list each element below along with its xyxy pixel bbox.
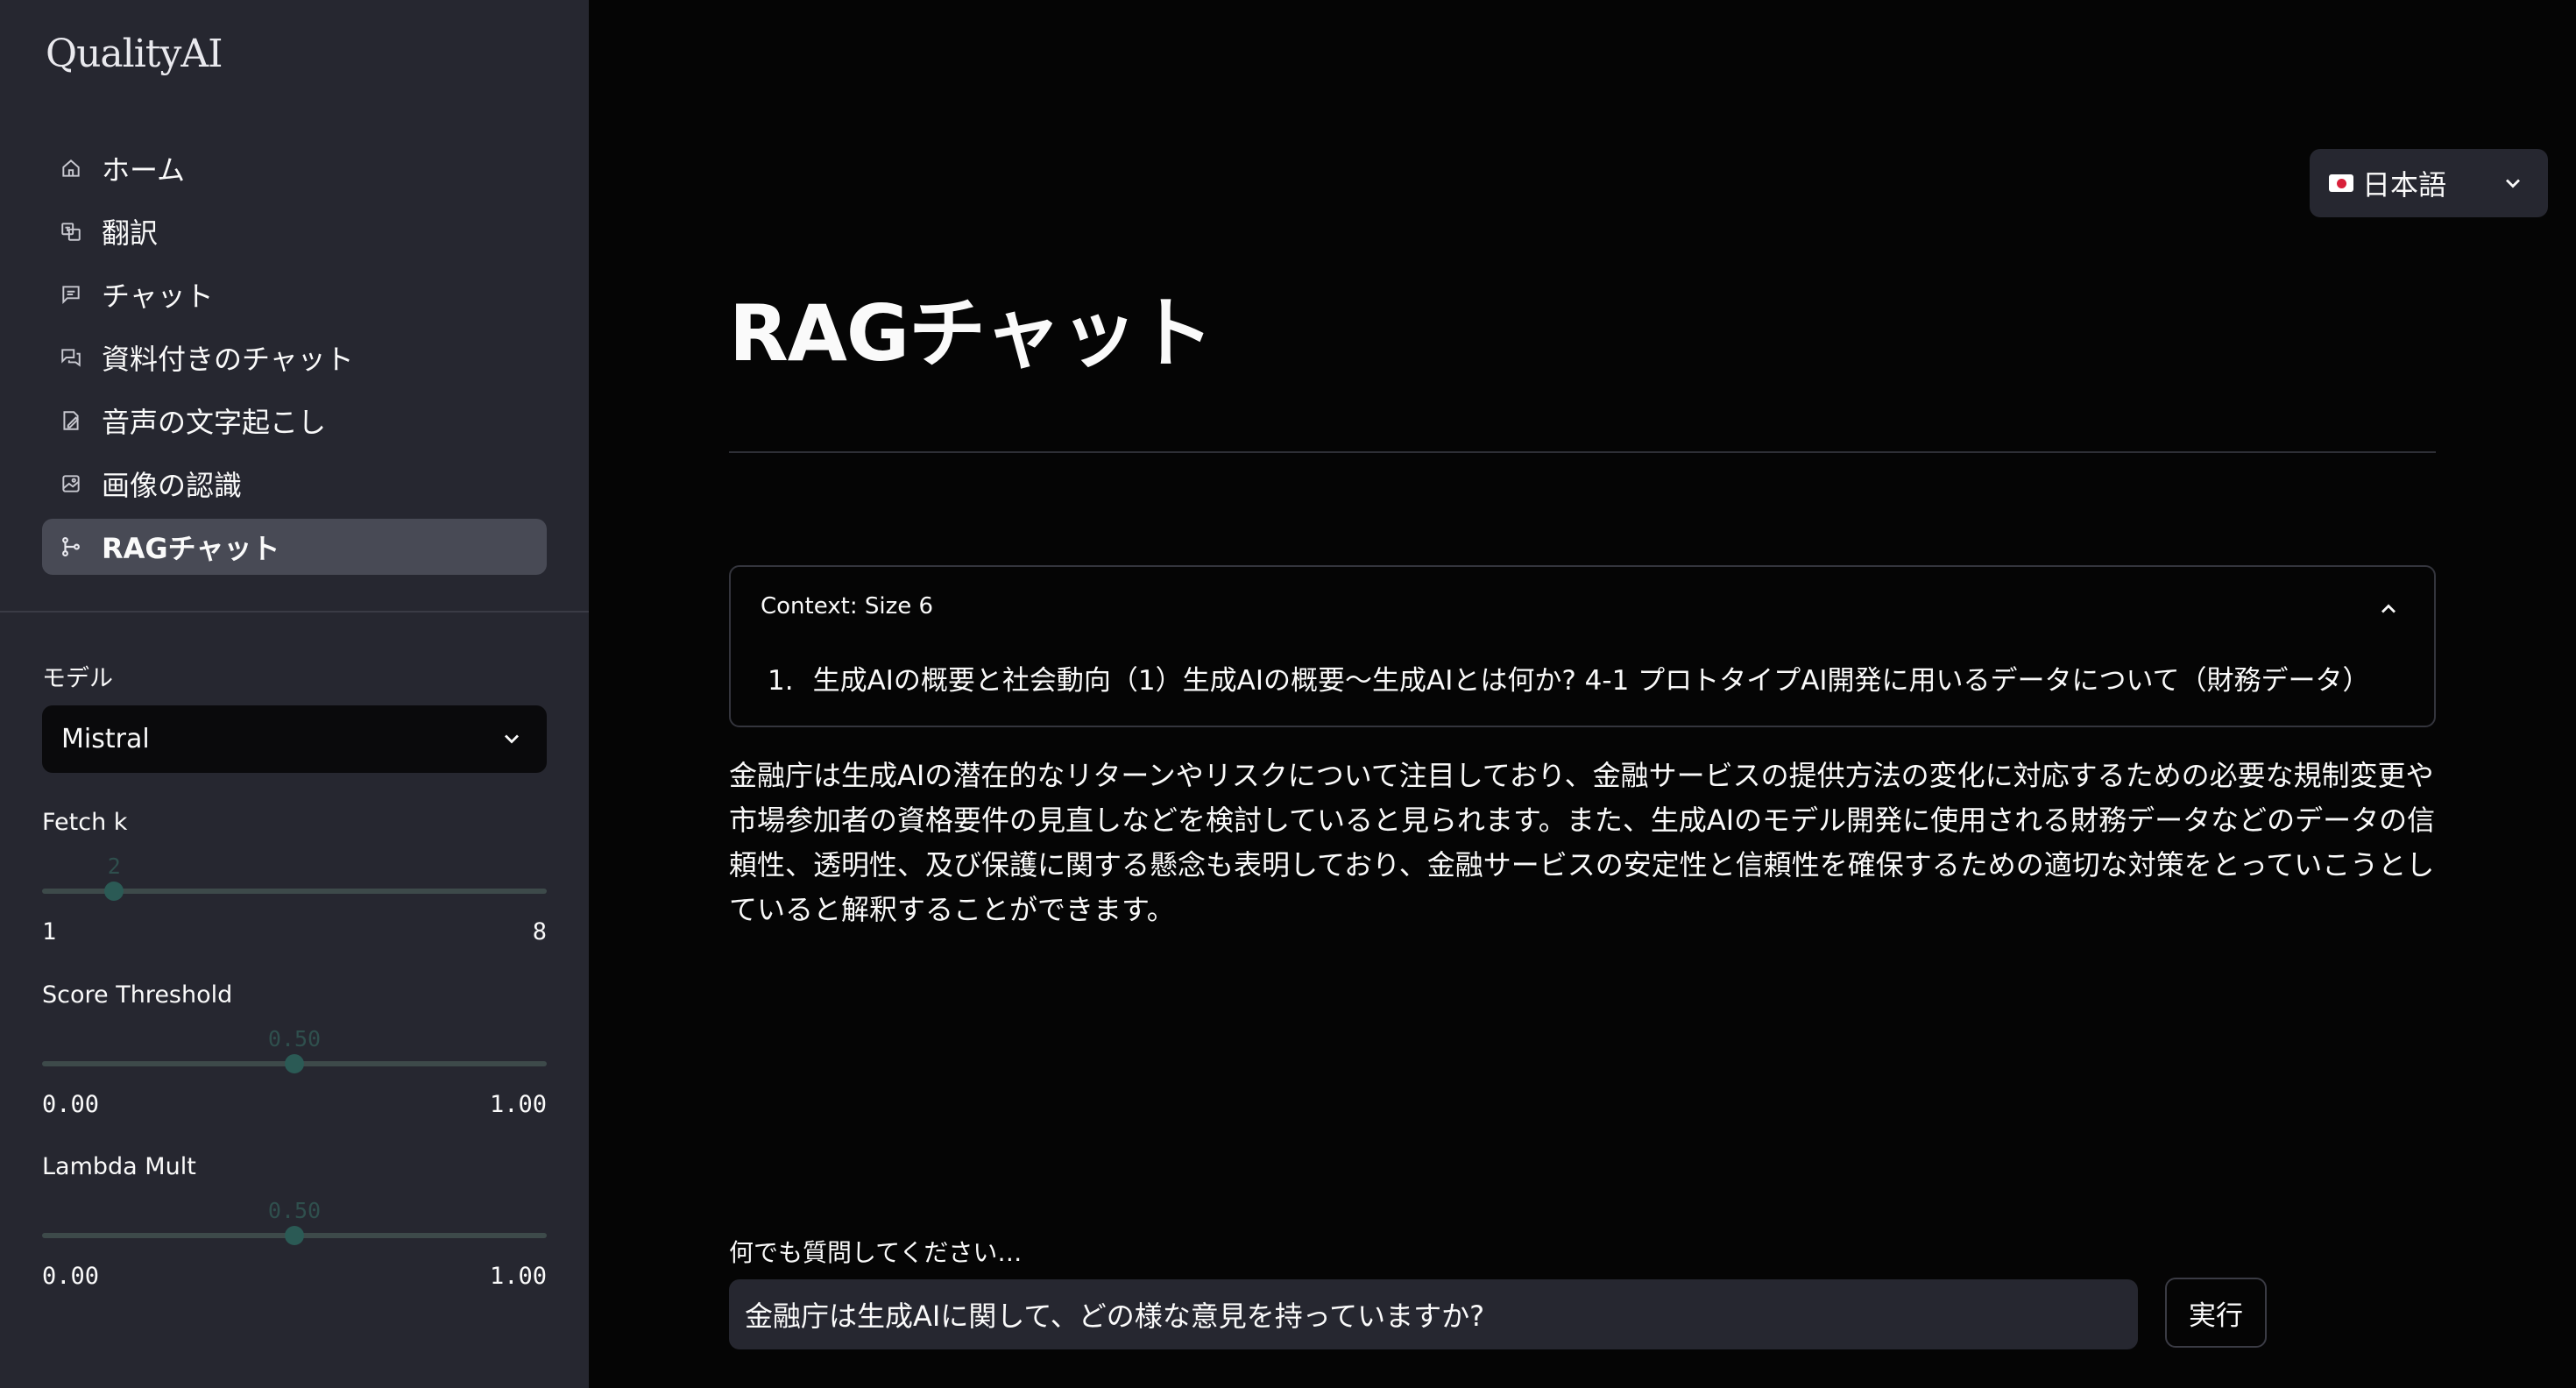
- sidebar-item-image-recognition[interactable]: 画像の認識: [42, 456, 547, 512]
- app-logo: QualityAI: [46, 32, 223, 76]
- japan-flag-icon: [2329, 174, 2353, 192]
- translate-icon: [56, 216, 86, 246]
- slider-thumb[interactable]: [285, 1054, 304, 1073]
- question-input[interactable]: 金融庁は生成AIに関して、どの様な意見を持っていますか?: [729, 1279, 2138, 1349]
- rag-chat-icon: [56, 532, 86, 562]
- language-select[interactable]: 日本語: [2310, 149, 2548, 217]
- sidebar-item-label: 音声の文字起こし: [102, 406, 327, 439]
- slider-min: 1: [42, 918, 57, 945]
- chevron-down-icon: [505, 734, 519, 744]
- sidebar-divider: [0, 611, 589, 613]
- chevron-up-icon[interactable]: [2376, 597, 2401, 621]
- fetch-k-slider[interactable]: 2 1 8: [42, 853, 547, 955]
- slider-value: 0.50: [267, 1026, 322, 1052]
- model-label: モデル: [42, 665, 113, 692]
- sidebar-nav: ホーム 翻訳 チャット 資料付きのチャット 音声の文字起こし 画像の認識 RAG…: [42, 140, 547, 582]
- list-item-text: 生成AIの概要と社会動向（1）生成AIの概要～生成AIとは何か? 4-1 プロト…: [812, 665, 2370, 697]
- answer-text: 金融庁は生成AIの潜在的なリターンやリスクについて注目しており、金融サービスの提…: [729, 759, 2436, 926]
- sidebar-item-home[interactable]: ホーム: [42, 140, 547, 196]
- sidebar-item-label: 資料付きのチャット: [102, 343, 354, 376]
- list-item-number: 1.: [768, 665, 794, 697]
- list-item: 1. 生成AIの概要と社会動向（1）生成AIの概要～生成AIとは何か? 4-1 プ…: [768, 658, 2370, 698]
- slider-max: 8: [532, 918, 547, 945]
- slider-thumb[interactable]: [104, 882, 124, 901]
- language-select-value: 日本語: [2362, 168, 2447, 202]
- context-expander: Context: Size 6 1. 生成AIの概要と社会動向（1）生成AIの概要…: [729, 565, 2436, 727]
- sidebar-item-translate[interactable]: 翻訳: [42, 203, 547, 259]
- home-icon: [56, 153, 86, 183]
- lambda-mult-slider[interactable]: 0.50 0.00 1.00: [42, 1198, 547, 1299]
- sidebar-item-transcription[interactable]: 音声の文字起こし: [42, 393, 547, 449]
- chevron-down-icon: [2506, 179, 2520, 188]
- image-recognition-icon: [56, 469, 86, 499]
- sidebar-item-label: 画像の認識: [102, 469, 243, 502]
- sidebar-item-chat[interactable]: チャット: [42, 266, 547, 322]
- fetch-k-label: Fetch k: [42, 809, 128, 836]
- sidebar-item-rag-chat[interactable]: RAGチャット: [42, 519, 547, 575]
- lambda-mult-label: Lambda Mult: [42, 1153, 196, 1180]
- slider-min: 0.00: [42, 1263, 100, 1290]
- sidebar-item-label: 翻訳: [102, 216, 159, 250]
- title-divider: [729, 451, 2436, 453]
- model-select-value: Mistral: [61, 724, 150, 754]
- page-title: RAGチャット: [729, 288, 1214, 379]
- slider-value: 2: [107, 853, 121, 879]
- sidebar: QualityAI ホーム 翻訳 チャット 資料付きのチャット 音声の文字起こし…: [0, 0, 589, 1388]
- sidebar-item-label: ホーム: [102, 153, 186, 187]
- transcription-icon: [56, 406, 86, 436]
- slider-max: 1.00: [489, 1263, 547, 1290]
- slider-min: 0.00: [42, 1091, 100, 1118]
- context-expander-header[interactable]: Context: Size 6: [761, 593, 933, 620]
- slider-thumb[interactable]: [285, 1226, 304, 1245]
- run-button[interactable]: 実行: [2165, 1278, 2267, 1348]
- slider-max: 1.00: [489, 1091, 547, 1118]
- sidebar-item-chat-with-docs[interactable]: 資料付きのチャット: [42, 329, 547, 386]
- chat-icon: [56, 280, 86, 309]
- chat-with-docs-icon: [56, 343, 86, 372]
- context-list: 1. 生成AIの概要と社会動向（1）生成AIの概要～生成AIとは何か? 4-1 プ…: [768, 658, 2370, 698]
- sidebar-item-label: チャット: [102, 280, 214, 313]
- score-threshold-slider[interactable]: 0.50 0.00 1.00: [42, 1026, 547, 1128]
- model-select[interactable]: Mistral: [42, 705, 547, 773]
- score-threshold-label: Score Threshold: [42, 981, 233, 1009]
- sidebar-item-label: RAGチャット: [102, 532, 280, 565]
- slider-value: 0.50: [267, 1198, 322, 1223]
- question-label: 何でも質問してください…: [729, 1238, 1023, 1267]
